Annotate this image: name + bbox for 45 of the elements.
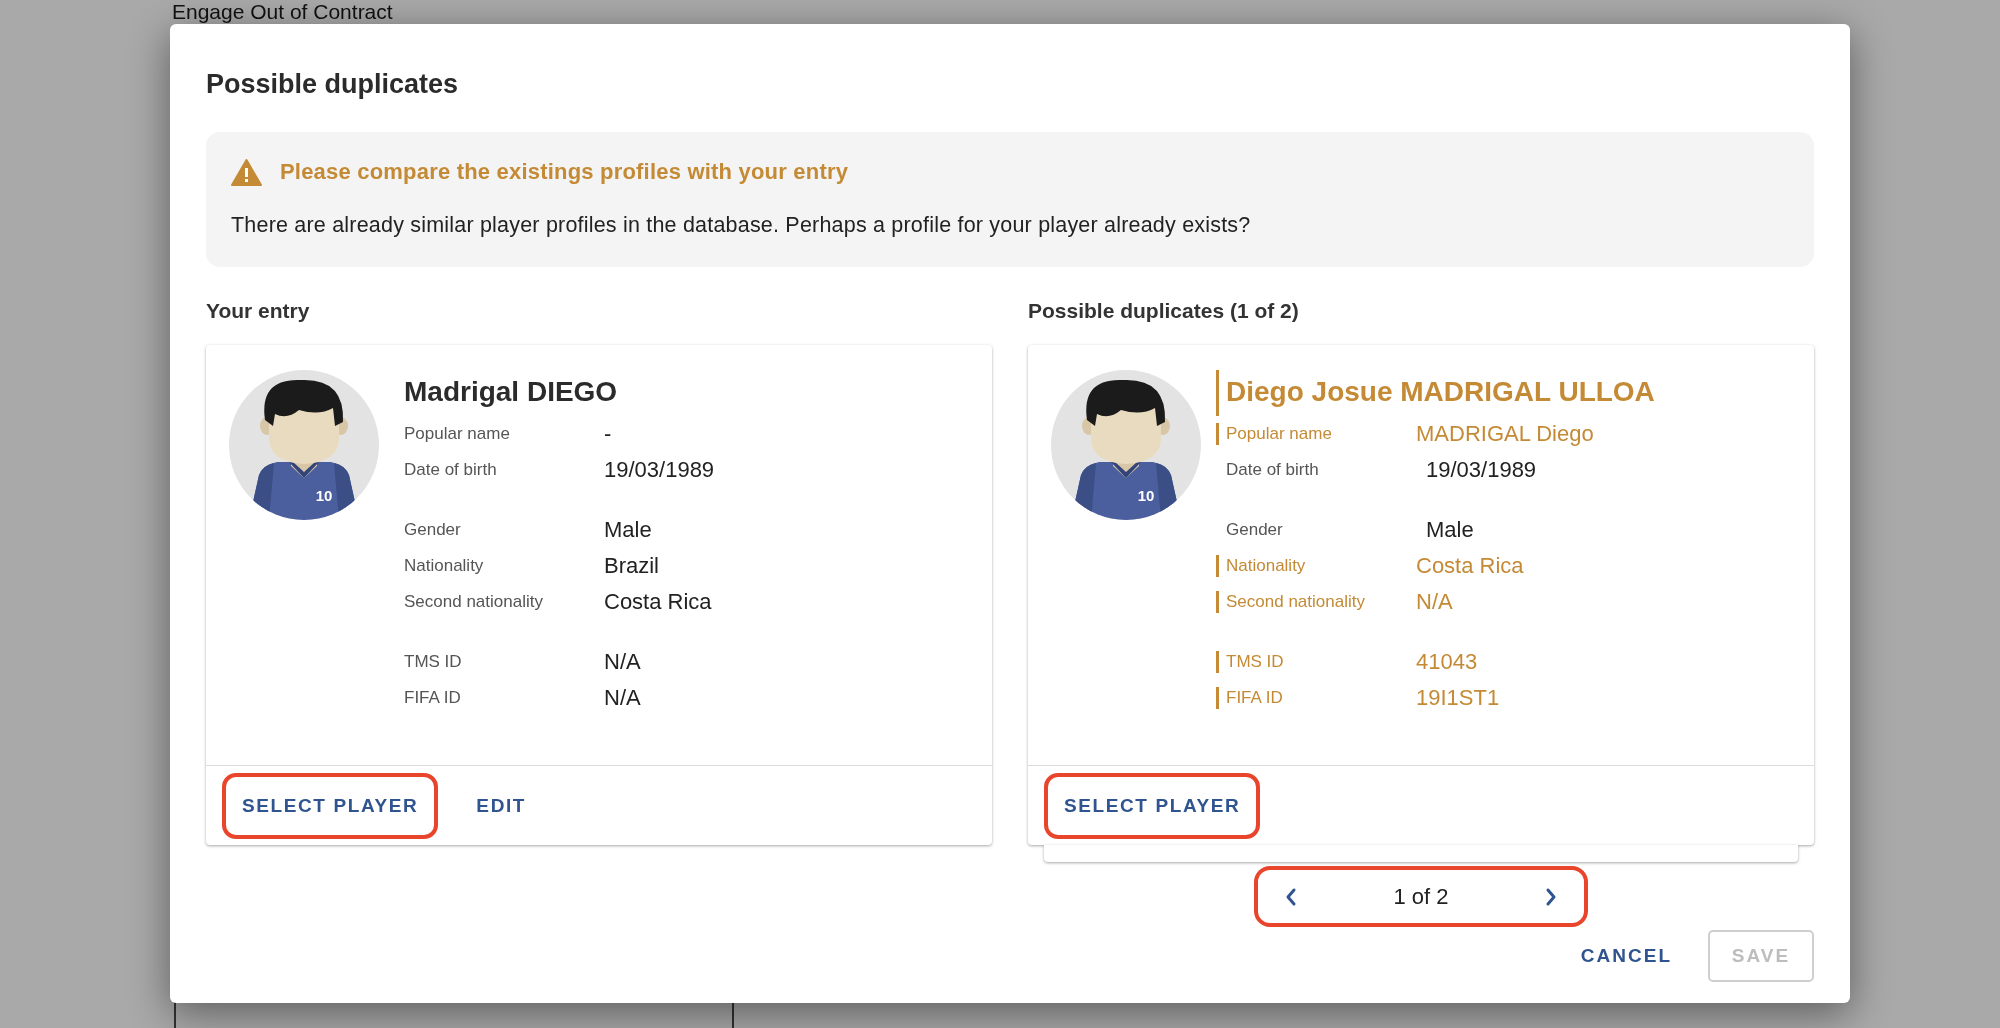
field-value: Costa Rica [604, 589, 712, 615]
field-value: Male [1426, 517, 1474, 543]
field-value: 19I1ST1 [1416, 685, 1500, 711]
field-label: FIFA ID [1216, 687, 1416, 709]
chevron-left-icon [1284, 886, 1298, 907]
field-value: 41043 [1416, 649, 1478, 675]
field-label: Date of birth [1226, 460, 1320, 480]
page-indicator: 1 of 2 [1393, 883, 1449, 910]
field-value: 19/03/1989 [604, 457, 715, 483]
jersey-number: 10 [315, 487, 333, 504]
page-title: Engage Out of Contract [172, 0, 393, 23]
select-player-button[interactable]: SELECT PLAYER [1048, 782, 1257, 829]
warning-heading: Please compare the existings profiles with your entry [280, 159, 849, 185]
field-value: - [604, 421, 612, 447]
field-value: Brazil [604, 553, 659, 579]
field-label: Second nationality [1216, 591, 1416, 613]
warning-message: There are already similar player profiles in the database. Perhaps a profile for your player already exists? [231, 212, 1252, 239]
field-label: Date of birth [404, 460, 498, 480]
field-value: Male [604, 517, 652, 543]
field-label: Gender [404, 520, 462, 540]
field-value: MADRIGAL Diego [1416, 421, 1594, 447]
field-label: Gender [1226, 520, 1284, 540]
field-label: Nationality [1216, 555, 1416, 577]
section-heading: Your entry [206, 298, 310, 324]
field-value: N/A [1416, 589, 1453, 615]
warning-icon [231, 158, 262, 186]
field-label: Popular name [1216, 423, 1416, 445]
chevron-right-icon [1544, 886, 1558, 907]
field-value: 19/03/1989 [1426, 457, 1537, 483]
player-name: Madrigal DIEGO [404, 375, 618, 409]
section-heading: Possible duplicates (1 of 2) [1028, 298, 1299, 324]
jersey-number: 10 [1137, 487, 1155, 504]
edit-button[interactable]: EDIT [460, 782, 543, 829]
field-value: N/A [604, 685, 641, 711]
field-label: Second nationality [404, 592, 544, 612]
select-player-button[interactable]: SELECT PLAYER [226, 782, 435, 829]
field-label: Popular name [404, 424, 511, 444]
dialog-title: Possible duplicates [206, 68, 459, 100]
field-label: Nationality [404, 556, 485, 576]
player-name: Diego Josue MADRIGAL ULLOA [1216, 370, 1655, 416]
field-label: TMS ID [1216, 651, 1416, 673]
field-label: FIFA ID [404, 688, 462, 708]
field-value: N/A [604, 649, 641, 675]
field-label: TMS ID [404, 652, 463, 672]
field-value: Costa Rica [1416, 553, 1524, 579]
